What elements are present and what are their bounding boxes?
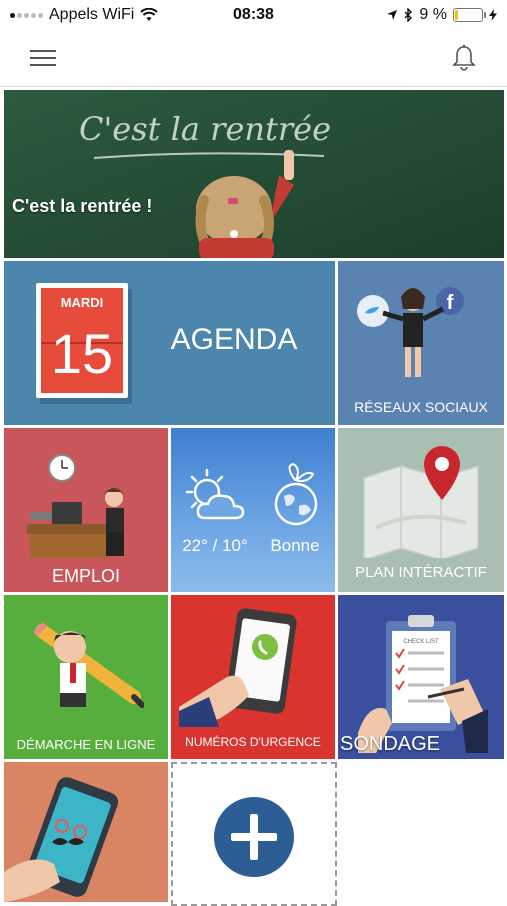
checklist-clipboard-icon: CHECK LIST	[358, 615, 488, 753]
app-header	[0, 30, 507, 87]
earth-leaf-icon	[274, 462, 318, 526]
svg-text:MARDI: MARDI	[61, 295, 104, 310]
sun-cloud-icon	[185, 468, 245, 520]
banner-caption: C'est la rentrée !	[12, 196, 153, 216]
svg-text:15: 15	[51, 322, 113, 385]
svg-text:CHECK LIST: CHECK LIST	[403, 639, 439, 645]
tile-plan-interactif[interactable]: PLAN INTÉRACTIF	[338, 428, 504, 592]
add-tile-slot[interactable]	[171, 762, 337, 906]
tile-numeros-urgence[interactable]: NUMÉROS D'URGENCE	[171, 595, 335, 759]
status-bar: Appels WiFi 08:38 9 %	[0, 0, 507, 30]
tile-sondage[interactable]: CHECK LIST SONDAGE	[338, 595, 504, 759]
weather-temperature: 22° / 10°	[182, 536, 248, 555]
urgence-label: NUMÉROS D'URGENCE	[185, 735, 321, 749]
battery-icon	[453, 8, 486, 22]
businesswoman-social-illustration: f	[357, 287, 464, 377]
hamburger-menu-icon[interactable]	[30, 50, 56, 68]
tile-app-mobile[interactable]	[4, 762, 168, 902]
demarche-label: DÉMARCHE EN LIGNE	[16, 737, 156, 752]
plus-circle-icon[interactable]	[213, 796, 295, 878]
bluetooth-icon	[404, 8, 413, 22]
charging-bolt-icon	[489, 9, 497, 21]
battery-percent: 9 %	[419, 6, 447, 23]
tile-demarche-en-ligne[interactable]: DÉMARCHE EN LIGNE	[4, 595, 168, 759]
hand-holding-phone-icon	[4, 777, 119, 902]
location-arrow-icon	[387, 10, 398, 20]
man-with-pencil-illustration	[34, 622, 144, 708]
plan-label: PLAN INTÉRACTIF	[355, 564, 487, 581]
girl-illustration	[195, 150, 294, 258]
sondage-label: SONDAGE	[340, 733, 441, 755]
svg-text:C'est la rentrée: C'est la rentrée	[79, 110, 331, 148]
social-label: RÉSEAUX SOCIAUX	[354, 399, 488, 415]
office-worker-illustration	[27, 454, 124, 558]
tile-meteo[interactable]: 22° / 10° Bonne	[171, 428, 335, 592]
carousel-indicator[interactable]	[230, 230, 238, 238]
air-quality-label: Bonne	[270, 536, 320, 555]
tile-reseaux-sociaux[interactable]: f RÉSEAUX SOCIAUX	[338, 261, 504, 425]
hero-banner[interactable]: C'est la rentrée C'est la rentrée !	[4, 90, 504, 258]
phone-call-icon	[179, 608, 297, 727]
tile-agenda[interactable]: MARDI 15 AGENDA	[4, 261, 335, 425]
agenda-label: AGENDA	[170, 323, 298, 356]
tile-emploi[interactable]: EMPLOI	[4, 428, 168, 592]
map-pin-icon	[363, 446, 479, 558]
calendar-icon: MARDI 15	[36, 283, 132, 404]
bell-icon[interactable]	[451, 44, 477, 72]
svg-text:f: f	[447, 292, 454, 314]
emploi-label: EMPLOI	[51, 566, 121, 586]
